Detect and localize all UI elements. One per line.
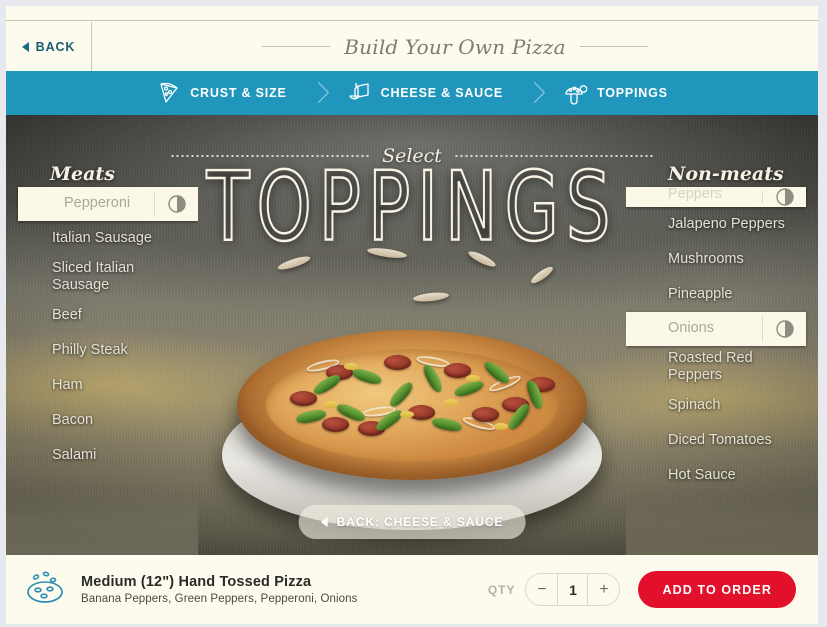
quantity-stepper[interactable]: − 1 + [525,573,621,606]
non-meats-column: Non-meats Peppers Jalapeno Peppers Mushroo… [626,115,818,555]
page-title: Build Your Own Pizza [344,34,566,59]
topping-item-pineapple[interactable]: Pineapple [626,277,818,312]
topping-item-salami[interactable]: Salami [6,438,198,473]
stage: Select TOPPINGS Meats PepperoniItalian S… [6,115,818,555]
topping-label: Ham [52,377,83,394]
quantity-increment-button[interactable]: + [588,574,619,605]
topping-item-mushrooms[interactable]: Mushrooms [626,242,818,277]
back-arrow-icon [21,41,29,52]
mushroom-icon [563,80,589,106]
quantity-value: 1 [557,574,589,605]
topping-label: Pepperoni [64,195,131,212]
back-arrow-icon [320,517,328,527]
step-label-crust-and-size: CRUST & SIZE [190,86,287,100]
topping-label: Hot Sauce [668,467,736,484]
topping-label: Diced Tomatoes [668,432,772,449]
back-button-label: BACK [35,39,76,54]
half-portion-icon[interactable] [762,188,806,206]
quantity-control: QTY − 1 + [488,573,621,606]
app-header: BACK Build Your Own Pizza [6,22,818,71]
order-footer: Medium (12") Hand Tossed Pizza Banana Pe… [6,555,818,624]
topping-item-spinach[interactable]: Spinach [626,388,818,423]
page-frame: BACK Build Your Own Pizza CRUST & SIZE C… [6,6,818,624]
topping-label: Spinach [668,397,721,414]
back-button[interactable]: BACK [6,22,92,71]
topping-item-hot-sauce[interactable]: Hot Sauce [626,458,818,493]
topping-label: Philly Steak [52,342,128,359]
select-label: Select [382,145,442,167]
non-meats-list[interactable]: Peppers Jalapeno Peppers Mushrooms Pineappl… [626,187,818,555]
top-strip [6,6,818,21]
title-rule-left [262,46,331,47]
topping-item-onions[interactable]: Onions [626,312,806,346]
topping-item-diced-tomatoes[interactable]: Diced Tomatoes [626,423,818,458]
topping-label: Mushrooms [668,250,744,267]
dotted-rule-right [453,155,654,157]
quantity-label: QTY [487,582,516,597]
step-cheese-and-sauce[interactable]: CHEESE & SAUCE [325,80,525,106]
topping-item-pepperoni[interactable]: Pepperoni [18,187,198,221]
product-toppings: Banana Peppers, Green Peppers, Pepperoni… [81,593,358,605]
topping-label: Beef [52,307,82,324]
topping-item-philly-steak[interactable]: Philly Steak [6,333,198,368]
topping-item-roasted-red-peppers[interactable]: Roasted Red Peppers [626,346,818,388]
step-separator-2 [525,78,541,108]
topping-label: Salami [52,447,97,464]
product-title: Medium (12") Hand Tossed Pizza [81,574,312,590]
pizza-line-icon [24,567,68,612]
pizza-preview-image [217,246,607,530]
order-summary: Medium (12") Hand Tossed Pizza Banana Pe… [81,574,488,605]
meats-column: Meats Pepperoni Italian Sausage Sliced Ita… [6,115,198,555]
pizza-slice-icon [156,80,182,106]
meats-list[interactable]: Pepperoni Italian Sausage Sliced Italian S… [6,187,198,555]
step-crust-and-size[interactable]: CRUST & SIZE [134,80,308,106]
topping-label: Roasted Red Peppers [668,350,753,384]
topping-item-italian-sausage[interactable]: Italian Sausage [6,221,198,256]
step-toppings[interactable]: TOPPINGS [541,80,690,106]
topping-label: Sliced Italian Sausage [52,260,135,294]
quantity-decrement-button[interactable]: − [526,574,557,605]
step-separator-1 [309,78,325,108]
topping-item-beef[interactable]: Beef [6,298,198,333]
header-title-wrap: Build Your Own Pizza [92,22,818,71]
half-portion-icon[interactable] [762,316,806,342]
topping-item-peppers[interactable]: Peppers [626,187,806,207]
topping-item-ham[interactable]: Ham [6,368,198,403]
title-rule-right [579,46,648,47]
half-portion-icon[interactable] [154,191,198,217]
add-to-order-button[interactable]: ADD TO ORDER [638,571,796,608]
topping-item-sliced-italian-sausage[interactable]: Sliced Italian Sausage [6,256,198,298]
topping-item-bacon[interactable]: Bacon [6,403,198,438]
non-meats-column-title: Non-meats [668,163,784,185]
topping-label: Peppers [668,187,723,202]
step-label-cheese-and-sauce: CHEESE & SAUCE [380,86,503,100]
step-label-toppings: TOPPINGS [596,86,668,100]
topping-item-jalapeno-peppers[interactable]: Jalapeno Peppers [626,207,818,242]
topping-label: Onions [668,320,714,337]
topping-label: Bacon [52,412,94,429]
back-step-label: BACK: CHEESE & SAUCE [336,515,504,529]
topping-label: Italian Sausage [52,229,152,246]
topping-label: Jalapeno Peppers [668,215,785,232]
meats-column-title: Meats [50,163,115,185]
cheese-sauce-icon [347,80,373,106]
topping-label: Pineapple [668,285,733,302]
step-nav: CRUST & SIZE CHEESE & SAUCE TOPPINGS [6,71,818,115]
dotted-rule-left [170,155,371,157]
app-root: BACK Build Your Own Pizza CRUST & SIZE C… [0,0,827,627]
back-to-cheese-and-sauce-button[interactable]: BACK: CHEESE & SAUCE [298,505,526,539]
